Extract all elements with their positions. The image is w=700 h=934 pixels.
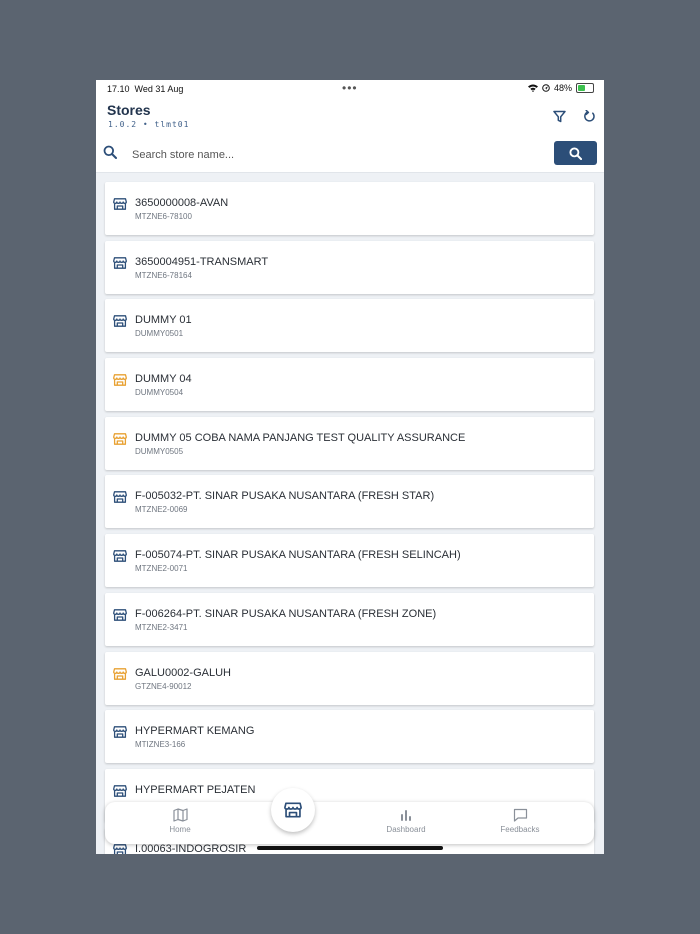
store-name: DUMMY 05 COBA NAMA PANJANG TEST QUALITY … bbox=[135, 431, 466, 444]
store-code: MTIZNE3-166 bbox=[135, 740, 186, 750]
map-icon bbox=[172, 808, 188, 822]
app-header: 17.10 Wed 31 Aug ••• 48% Stores 1.0.2 • … bbox=[96, 80, 604, 173]
filter-button[interactable] bbox=[547, 104, 571, 128]
nav-home[interactable]: Home bbox=[145, 808, 215, 834]
store-icon bbox=[113, 784, 127, 797]
store-code: MTZNE2-0071 bbox=[135, 564, 188, 574]
store-code: DUMMY0501 bbox=[135, 329, 184, 339]
store-icon bbox=[113, 608, 127, 621]
store-card[interactable]: DUMMY 01 DUMMY0501 bbox=[105, 299, 594, 353]
search-input[interactable] bbox=[130, 144, 534, 166]
store-name: 3650000008-AVAN bbox=[135, 197, 229, 209]
store-name: I.00063-INDOGROSIR bbox=[135, 842, 247, 854]
search-icon bbox=[103, 145, 117, 159]
status-time: 17.10 bbox=[107, 84, 130, 94]
store-name: F-005074-PT. SINAR PUSAKA NUSANTARA (FRE… bbox=[135, 549, 461, 562]
nav-feedbacks[interactable]: Feedbacks bbox=[485, 808, 555, 834]
bottom-navigation: Home Dashboard Feedbacks bbox=[105, 802, 594, 844]
wifi-icon bbox=[527, 84, 538, 92]
app-version-user: 1.0.2 • tlmt01 bbox=[108, 120, 190, 129]
store-card[interactable]: DUMMY 05 COBA NAMA PANJANG TEST QUALITY … bbox=[105, 416, 594, 470]
search-button[interactable] bbox=[554, 141, 597, 165]
search-bar bbox=[96, 140, 604, 168]
store-icon bbox=[284, 802, 302, 818]
multitask-dots[interactable]: ••• bbox=[342, 81, 358, 95]
location-icon bbox=[542, 84, 550, 92]
battery-percent: 48% bbox=[553, 83, 572, 93]
store-card[interactable]: F-005074-PT. SINAR PUSAKA NUSANTARA (FRE… bbox=[105, 534, 594, 588]
nav-dashboard-label: Dashboard bbox=[386, 825, 426, 834]
store-code: MTZNE2-0069 bbox=[135, 505, 188, 515]
store-code: MTZNE6-78164 bbox=[135, 270, 192, 280]
store-icon bbox=[113, 549, 127, 562]
bar-chart-icon bbox=[401, 810, 411, 821]
store-card[interactable]: 3650004951-TRANSMART MTZNE6-78164 bbox=[105, 240, 594, 294]
store-icon bbox=[113, 256, 127, 269]
battery-icon bbox=[576, 83, 594, 93]
store-card[interactable]: F-005032-PT. SINAR PUSAKA NUSANTARA (FRE… bbox=[105, 475, 594, 529]
store-icon bbox=[113, 432, 127, 445]
filter-icon bbox=[552, 110, 566, 122]
app-screen: 3650000008-AVAN MTZNE6-78100 3650004951-TR… bbox=[96, 80, 604, 854]
store-list: 3650000008-AVAN MTZNE6-78100 3650004951-TR… bbox=[105, 182, 594, 854]
store-card[interactable]: DUMMY 04 DUMMY0504 bbox=[105, 358, 594, 412]
store-code: DUMMY0504 bbox=[135, 388, 184, 398]
store-icon bbox=[113, 197, 127, 210]
status-bar: 17.10 Wed 31 Aug ••• 48% bbox=[96, 80, 604, 98]
store-code: DUMMY0505 bbox=[135, 446, 184, 456]
message-icon bbox=[513, 808, 527, 822]
store-code: MTZNE2-3471 bbox=[135, 622, 188, 632]
store-card[interactable]: HYPERMART KEMANG MTIZNE3-166 bbox=[105, 710, 594, 764]
store-card[interactable]: 3650000008-AVAN MTZNE6-78100 bbox=[105, 182, 594, 235]
store-name: DUMMY 01 bbox=[135, 314, 192, 327]
nav-dashboard[interactable]: Dashboard bbox=[371, 808, 441, 834]
store-icon bbox=[113, 667, 127, 680]
store-icon bbox=[113, 843, 127, 854]
search-icon bbox=[569, 146, 582, 160]
home-indicator bbox=[257, 846, 443, 850]
store-icon bbox=[113, 725, 127, 739]
nav-home-label: Home bbox=[169, 825, 191, 834]
nav-feedbacks-label: Feedbacks bbox=[500, 825, 540, 834]
store-name: F-005032-PT. SINAR PUSAKA NUSANTARA (FRE… bbox=[135, 490, 435, 503]
store-code: MTZNE6-78100 bbox=[135, 212, 192, 221]
store-card[interactable]: GALU0002-GALUH GTZNE4-90012 bbox=[105, 651, 594, 705]
store-icon bbox=[113, 314, 127, 328]
store-name: HYPERMART KEMANG bbox=[135, 725, 255, 738]
page-title: Stores bbox=[107, 102, 151, 118]
store-card[interactable]: F-006264-PT. SINAR PUSAKA NUSANTARA (FRE… bbox=[105, 592, 594, 646]
store-icon bbox=[113, 490, 127, 504]
store-name: GALU0002-GALUH bbox=[135, 666, 231, 679]
store-name: DUMMY 04 bbox=[135, 373, 192, 386]
refresh-button[interactable] bbox=[577, 104, 601, 128]
store-name: HYPERMART PEJATEN bbox=[135, 783, 256, 796]
store-code: GTZNE4-90012 bbox=[135, 681, 192, 691]
store-name: 3650004951-TRANSMART bbox=[135, 255, 269, 268]
nav-stores-button[interactable] bbox=[271, 788, 315, 832]
status-date: Wed 31 Aug bbox=[134, 84, 184, 94]
store-name: F-006264-PT. SINAR PUSAKA NUSANTARA (FRE… bbox=[135, 607, 437, 620]
refresh-icon bbox=[583, 109, 595, 122]
store-icon bbox=[113, 373, 127, 386]
